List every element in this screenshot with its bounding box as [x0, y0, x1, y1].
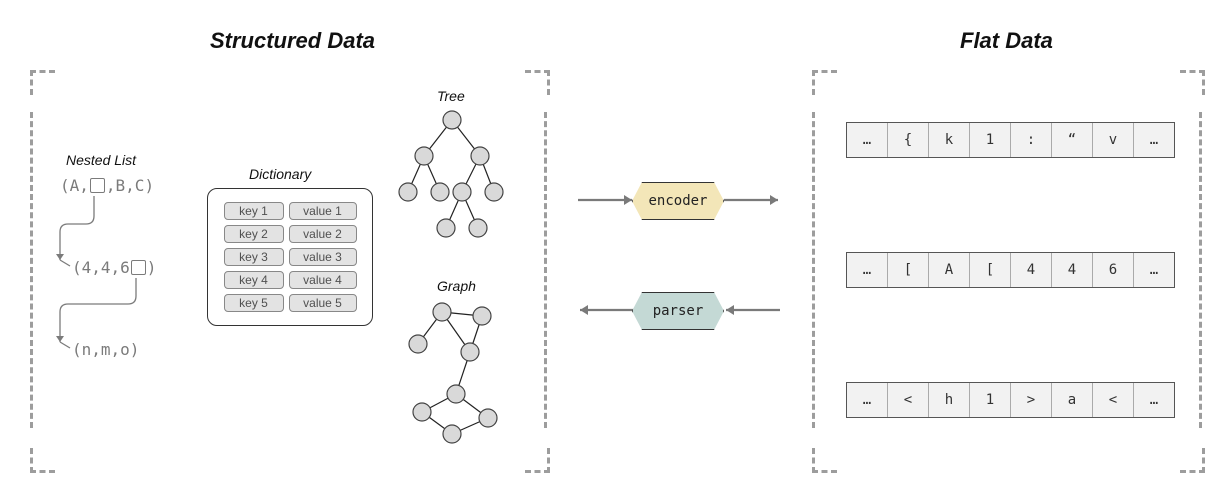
- nested-list-connectors: [56, 170, 176, 360]
- parser-arrow-left: [576, 300, 636, 320]
- dict-row: key 2 value 2: [216, 225, 364, 243]
- left-bracket-corner: [525, 70, 550, 95]
- right-bracket-corner: [812, 448, 837, 473]
- token-cell: [: [970, 253, 1011, 287]
- parser-arrow-right: [722, 300, 782, 320]
- token-cell: “: [1052, 123, 1093, 157]
- dict-value: value 1: [289, 202, 357, 220]
- dict-key: key 1: [224, 202, 284, 220]
- token-cell: h: [929, 383, 970, 417]
- dict-value: value 4: [289, 271, 357, 289]
- token-cell: 1: [970, 383, 1011, 417]
- encoder-arrow-left: [576, 190, 636, 210]
- encoder-block: encoder: [632, 182, 724, 220]
- token-cell: …: [1134, 123, 1174, 157]
- token-cell: …: [847, 383, 888, 417]
- encoder-arrow-right: [722, 190, 782, 210]
- dict-value: value 3: [289, 248, 357, 266]
- dict-key: key 3: [224, 248, 284, 266]
- token-cell: [: [888, 253, 929, 287]
- left-bracket-corner: [30, 70, 55, 95]
- right-bracket-corner: [1180, 70, 1205, 95]
- parser-block: parser: [632, 292, 724, 330]
- dictionary-box: key 1 value 1 key 2 value 2 key 3 value …: [207, 188, 373, 326]
- token-cell: …: [847, 123, 888, 157]
- token-cell: k: [929, 123, 970, 157]
- token-cell: a: [1052, 383, 1093, 417]
- token-cell: <: [888, 383, 929, 417]
- heading-structured-data: Structured Data: [210, 28, 375, 54]
- dict-value: value 5: [289, 294, 357, 312]
- token-row-3: … < h 1 > a < …: [846, 382, 1175, 418]
- encoder-label: encoder: [648, 193, 707, 209]
- token-cell: 4: [1052, 253, 1093, 287]
- token-cell: >: [1011, 383, 1052, 417]
- dict-value: value 2: [289, 225, 357, 243]
- dict-row: key 5 value 5: [216, 294, 364, 312]
- label-dictionary: Dictionary: [249, 166, 311, 182]
- dict-row: key 4 value 4: [216, 271, 364, 289]
- token-cell: :: [1011, 123, 1052, 157]
- dict-row: key 3 value 3: [216, 248, 364, 266]
- graph-svg: [400, 296, 530, 456]
- right-bracket-corner: [812, 70, 837, 95]
- left-bracket-edge: [544, 112, 547, 428]
- token-cell: 1: [970, 123, 1011, 157]
- heading-flat-data: Flat Data: [960, 28, 1053, 54]
- left-bracket-edge: [30, 112, 33, 428]
- token-cell: 6: [1093, 253, 1134, 287]
- parser-label: parser: [653, 303, 704, 319]
- token-cell: {: [888, 123, 929, 157]
- right-bracket-edge: [812, 112, 815, 428]
- label-tree: Tree: [437, 88, 465, 104]
- dict-key: key 4: [224, 271, 284, 289]
- right-bracket-corner: [1180, 448, 1205, 473]
- dict-key: key 5: [224, 294, 284, 312]
- token-cell: …: [1134, 383, 1174, 417]
- dict-row: key 1 value 1: [216, 202, 364, 220]
- right-bracket-edge: [1199, 112, 1202, 428]
- token-row-1: … { k 1 : “ v …: [846, 122, 1175, 158]
- token-cell: v: [1093, 123, 1134, 157]
- tree-svg: [394, 104, 524, 254]
- token-row-2: … [ A [ 4 4 6 …: [846, 252, 1175, 288]
- dict-key: key 2: [224, 225, 284, 243]
- label-graph: Graph: [437, 278, 476, 294]
- left-bracket-corner: [30, 448, 55, 473]
- token-cell: …: [1134, 253, 1174, 287]
- token-cell: …: [847, 253, 888, 287]
- token-cell: <: [1093, 383, 1134, 417]
- token-cell: 4: [1011, 253, 1052, 287]
- label-nested-list: Nested List: [66, 152, 136, 168]
- token-cell: A: [929, 253, 970, 287]
